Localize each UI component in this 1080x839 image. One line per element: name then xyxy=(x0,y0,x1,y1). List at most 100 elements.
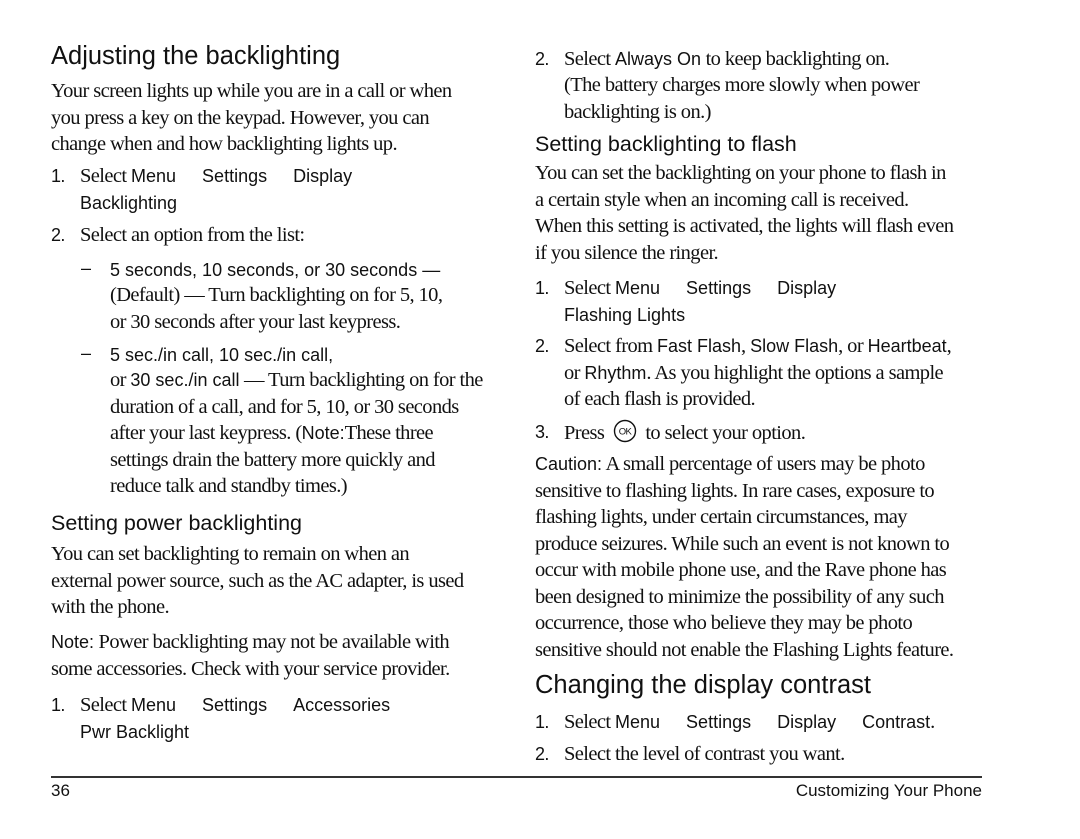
step-number: 2. xyxy=(535,49,549,69)
paragraph-line: if you silence the ringer. xyxy=(535,241,719,264)
power-note: Note: Power backlighting may not be avai… xyxy=(51,629,450,682)
option-desc-line: after your last keypress. ( xyxy=(110,422,302,444)
caution-text: flashing lights, under certain circumsta… xyxy=(535,506,908,528)
note-label: Note: xyxy=(301,423,345,443)
step-text-line: backlighting is on.) xyxy=(564,101,711,123)
option-slow-flash: Slow Flash xyxy=(750,336,839,356)
menu-path-settings: Settings xyxy=(686,278,752,298)
menu-path-flashing-lights: Flashing Lights xyxy=(564,305,686,325)
step-text: . As you highlight the options a sample xyxy=(646,362,944,384)
paragraph-line: external power source, such as the AC ad… xyxy=(51,569,464,592)
caution-text: produce seizures. While such an event is… xyxy=(535,532,950,555)
caution-text: been designed to minimize the possibilit… xyxy=(535,585,944,608)
step-text-line: of each flash is provided. xyxy=(564,388,756,410)
page-number: 36 xyxy=(51,781,70,800)
option-fast-flash: Fast Flash xyxy=(657,336,742,356)
section-heading-power-backlighting: Setting power backlighting xyxy=(51,511,302,535)
step-prefix: Select xyxy=(564,711,616,733)
step-number: 1. xyxy=(535,278,549,298)
caution-text: A small percentage of users may be photo xyxy=(602,453,925,475)
svg-text:OK: OK xyxy=(619,427,633,438)
power-intro-paragraph: You can set backlighting to remain on wh… xyxy=(51,541,464,621)
separator: , xyxy=(946,335,952,357)
step-text-line: (The battery charges more slowly when po… xyxy=(564,74,920,96)
list-dash: – xyxy=(81,258,91,278)
step-prefix: Select xyxy=(80,165,132,187)
option-desc-line: or 30 seconds after your last keypress. xyxy=(110,311,401,333)
footer-divider xyxy=(51,776,982,778)
paragraph-line: Your screen lights up while you are in a… xyxy=(51,80,452,102)
menu-path-settings: Settings xyxy=(202,166,268,186)
caution-text: occur with mobile phone use, and the Rav… xyxy=(535,559,947,581)
paragraph-line: You can set the backlighting on your pho… xyxy=(535,162,946,184)
option-desc-line: duration of a call, and for 5, 10, or 30… xyxy=(110,396,459,418)
caution-text: occurrence, those who believe they may b… xyxy=(535,612,913,634)
menu-path-pwr-backlight: Pwr Backlight xyxy=(80,722,190,742)
note-text: Power backlighting may not be available … xyxy=(94,631,450,653)
option-desc-line: reduce talk and standby times.) xyxy=(110,475,348,497)
menu-path-display: Display xyxy=(777,278,837,298)
step-number: 1. xyxy=(51,695,65,715)
paragraph-line: you press a key on the keypad. However, … xyxy=(51,106,430,129)
step-text: Select the level of contrast you want. xyxy=(564,743,845,765)
menu-path-menu: Menu xyxy=(131,166,177,186)
caution-paragraph: Caution: A small percentage of users may… xyxy=(535,451,954,663)
menu-path-display: Display xyxy=(293,166,353,186)
chapter-title: Customizing Your Phone xyxy=(795,781,982,800)
option-label-line1: 5 sec./in call, 10 sec./in call, xyxy=(110,345,334,365)
menu-path-menu: Menu xyxy=(615,278,661,298)
menu-path-display: Display xyxy=(777,712,837,732)
caution-label: Caution: xyxy=(535,454,603,474)
option-line2-rest: — Turn backlighting on for the xyxy=(239,369,483,391)
section-heading-flash: Setting backlighting to flash xyxy=(535,132,797,156)
step-number: 2. xyxy=(51,225,65,245)
list-dash: – xyxy=(81,343,91,363)
option-heartbeat: Heartbeat xyxy=(867,336,947,356)
menu-path-contrast: Contrast xyxy=(862,712,931,732)
menu-path-menu: Menu xyxy=(131,695,177,715)
section-heading-display-contrast: Changing the display contrast xyxy=(535,671,871,699)
paragraph-line: You can set backlighting to remain on wh… xyxy=(51,543,410,565)
step-text: Select an option from the list: xyxy=(80,224,305,246)
paragraph-line: change when and how backlighting lights … xyxy=(51,133,398,155)
caution-text: sensitive to flashing lights. In rare ca… xyxy=(535,479,935,502)
step-prefix: Select from xyxy=(564,335,657,357)
caution-text: sensitive should not enable the Flashing… xyxy=(535,638,954,661)
menu-path-accessories: Accessories xyxy=(293,695,391,715)
step-prefix: Select xyxy=(564,48,616,70)
flash-intro-paragraph: You can set the backlighting on your pho… xyxy=(535,160,954,266)
option-desc-line: settings drain the battery more quickly … xyxy=(110,449,435,471)
step-number: 3. xyxy=(535,422,549,442)
paragraph-line: with the phone. xyxy=(51,596,170,618)
paragraph-line: a certain style when an incoming call is… xyxy=(535,188,909,211)
ok-key-icon: OK xyxy=(613,419,637,443)
separator: , or xyxy=(838,335,868,357)
step-prefix: Press xyxy=(564,422,609,444)
step-prefix: Select xyxy=(80,694,132,716)
step-text: or xyxy=(564,362,585,384)
separator: , xyxy=(741,335,751,357)
step-number: 2. xyxy=(535,336,549,356)
option-label: 5 seconds, 10 seconds, or 30 seconds xyxy=(110,260,418,280)
step-suffix: . xyxy=(930,711,935,733)
menu-path-backlighting: Backlighting xyxy=(80,193,178,213)
menu-path-settings: Settings xyxy=(202,695,268,715)
step-number: 1. xyxy=(535,712,549,732)
option-desc-line: (Default) — Turn backlighting on for 5, … xyxy=(110,284,443,306)
option-label-line2: 30 sec./in call xyxy=(130,370,240,390)
step-number: 2. xyxy=(535,744,549,764)
option-always-on: Always On xyxy=(615,49,702,69)
step-text: to keep backlighting on. xyxy=(701,48,890,70)
note-text: These three xyxy=(344,422,434,444)
step-text: to select your option. xyxy=(640,422,806,444)
option-label-suffix: — xyxy=(417,260,441,280)
note-label: Note: xyxy=(51,632,95,652)
intro-paragraph: Your screen lights up while you are in a… xyxy=(51,78,452,158)
option-line2-prefix: or xyxy=(110,369,131,391)
menu-path-settings: Settings xyxy=(686,712,752,732)
option-rhythm: Rhythm xyxy=(584,363,647,383)
menu-path-menu: Menu xyxy=(615,712,661,732)
step-number: 1. xyxy=(51,166,65,186)
note-text: some accessories. Check with your servic… xyxy=(51,657,450,680)
paragraph-line: When this setting is activated, the ligh… xyxy=(535,215,954,237)
